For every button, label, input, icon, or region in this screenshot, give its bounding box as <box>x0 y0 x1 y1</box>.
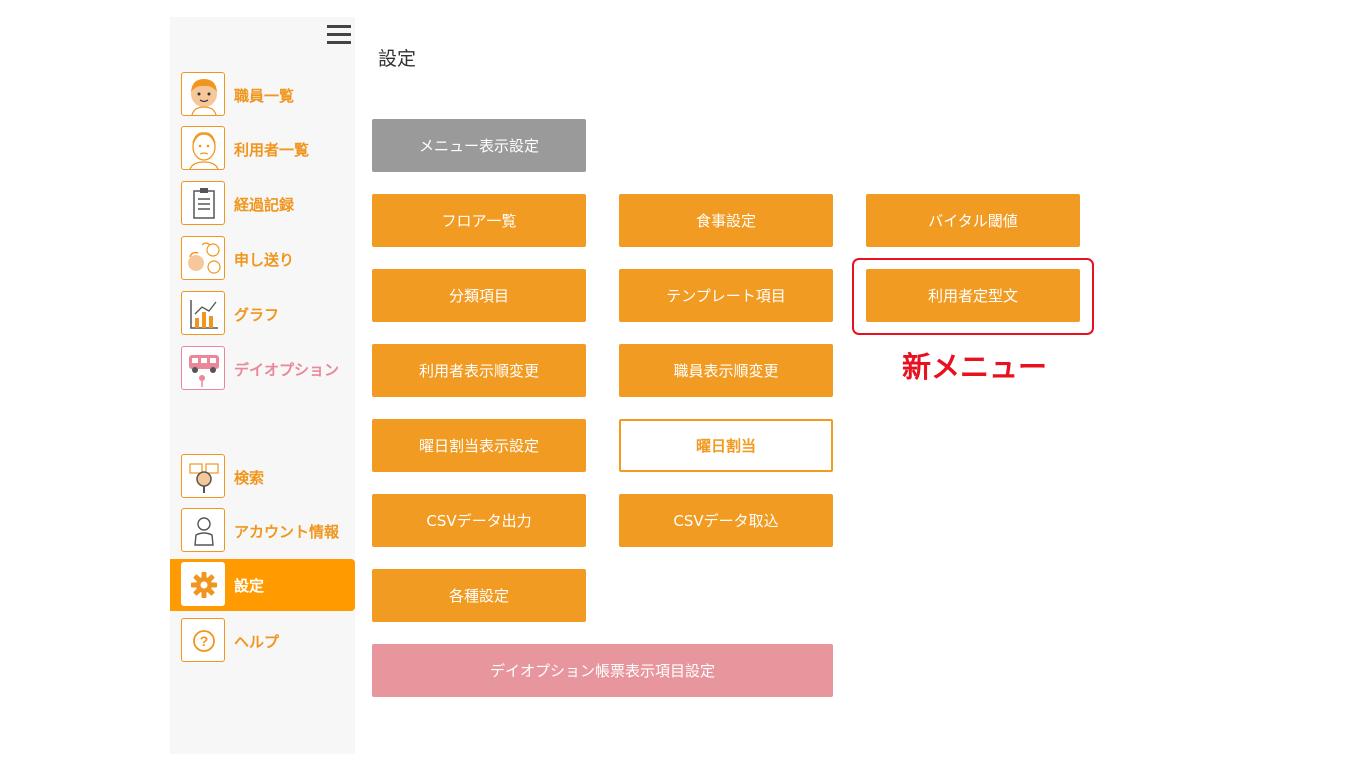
sidebar-item-search[interactable]: 検索 <box>170 451 355 503</box>
sidebar-item-account-info[interactable]: アカウント情報 <box>170 505 355 557</box>
elder-face-icon <box>181 126 225 170</box>
sidebar-item-day-option[interactable]: デイオプション <box>170 343 355 395</box>
sidebar-item-user-list[interactable]: 利用者一覧 <box>170 123 355 175</box>
help-icon: ? <box>181 618 225 662</box>
sidebar-item-label: 設定 <box>234 577 265 595</box>
sidebar-item-label: 職員一覧 <box>234 87 295 105</box>
weekday-display-settings-button[interactable]: 曜日割当表示設定 <box>372 419 586 472</box>
page-title: 設定 <box>378 48 417 70</box>
sidebar-item-progress-record[interactable]: 経過記録 <box>170 178 355 230</box>
staff-display-order-button[interactable]: 職員表示順変更 <box>619 344 833 397</box>
van-icon <box>181 346 225 390</box>
sidebar: 職員一覧 利用者一覧 経過記録 申し送り グラフ デイオプション 検索 アカウン… <box>170 17 355 754</box>
sidebar-item-graph[interactable]: グラフ <box>170 288 355 340</box>
sidebar-item-label: 経過記録 <box>234 196 295 214</box>
sidebar-item-staff-list[interactable]: 職員一覧 <box>170 69 355 121</box>
hamburger-menu-icon[interactable] <box>327 24 351 44</box>
sidebar-item-handover[interactable]: 申し送り <box>170 233 355 285</box>
misc-settings-button[interactable]: 各種設定 <box>372 569 586 622</box>
sidebar-item-settings[interactable]: 設定 <box>170 559 355 611</box>
search-magnifier-icon <box>181 454 225 498</box>
svg-text:?: ? <box>200 633 209 649</box>
csv-export-button[interactable]: CSVデータ出力 <box>372 494 586 547</box>
sidebar-item-label: 申し送り <box>234 251 295 269</box>
bar-chart-icon <box>181 291 225 335</box>
gear-icon <box>181 562 225 606</box>
meal-settings-button[interactable]: 食事設定 <box>619 194 833 247</box>
person-icon <box>181 508 225 552</box>
category-items-button[interactable]: 分類項目 <box>372 269 586 322</box>
user-display-order-button[interactable]: 利用者表示順変更 <box>372 344 586 397</box>
handover-people-icon <box>181 236 225 280</box>
sidebar-item-label: 検索 <box>234 469 265 487</box>
csv-import-button[interactable]: CSVデータ取込 <box>619 494 833 547</box>
sidebar-item-help[interactable]: ? ヘルプ <box>170 615 355 667</box>
dayoption-report-settings-button[interactable]: デイオプション帳票表示項目設定 <box>372 644 833 697</box>
sidebar-item-label: グラフ <box>234 306 280 324</box>
new-menu-highlight-frame <box>852 258 1094 335</box>
staff-face-icon <box>181 72 225 116</box>
sidebar-item-label: 利用者一覧 <box>234 141 310 159</box>
sidebar-item-label: アカウント情報 <box>234 523 340 541</box>
template-items-button[interactable]: テンプレート項目 <box>619 269 833 322</box>
new-menu-annotation: 新メニュー <box>902 350 1048 384</box>
sidebar-item-label: ヘルプ <box>234 633 280 651</box>
weekday-assign-button[interactable]: 曜日割当 <box>619 419 833 472</box>
sidebar-item-label: デイオプション <box>234 361 340 379</box>
vital-threshold-button[interactable]: バイタル閾値 <box>866 194 1080 247</box>
floor-list-button[interactable]: フロア一覧 <box>372 194 586 247</box>
menu-display-settings-button[interactable]: メニュー表示設定 <box>372 119 586 172</box>
clipboard-icon <box>181 181 225 225</box>
